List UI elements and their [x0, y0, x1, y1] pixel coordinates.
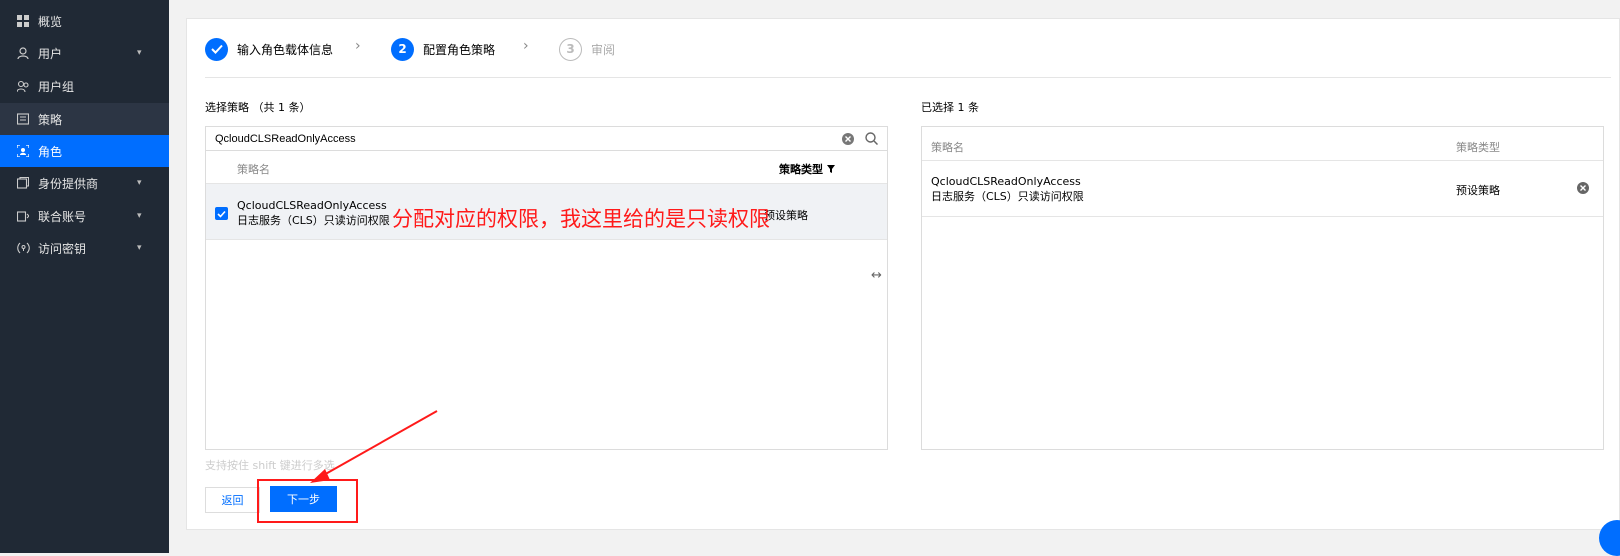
sidebar-item-label: 概览: [38, 14, 63, 29]
column-header-type[interactable]: 策略类型: [779, 161, 835, 177]
sidebar-item-user-groups[interactable]: 用户组: [0, 70, 169, 102]
access-key-icon: [16, 241, 30, 255]
chevron-down-icon: ▾: [137, 178, 142, 188]
remove-icon[interactable]: [1577, 182, 1589, 197]
chevron-right-icon: ›: [355, 38, 361, 54]
table-row: QcloudCLSReadOnlyAccess 日志服务（CLS）只读访问权限 …: [922, 161, 1603, 217]
sidebar-item-label: 策略: [38, 112, 63, 127]
divider: [205, 77, 1611, 78]
federated-account-icon: [16, 209, 30, 223]
check-icon: [205, 37, 228, 61]
sidebar-item-users[interactable]: 用户 ▾: [0, 37, 169, 69]
chevron-down-icon: ▾: [137, 211, 142, 221]
search-icon[interactable]: [864, 132, 878, 146]
column-header-name: 策略名: [237, 163, 270, 176]
chevron-down-icon: ▾: [137, 48, 142, 58]
annotation-text: 分配对应的权限，我这里给的是只读权限: [392, 207, 770, 231]
sidebar-item-label: 用户组: [38, 79, 75, 94]
policy-desc: 日志服务（CLS）只读访问权限: [931, 190, 1084, 203]
step-label: 输入角色载体信息: [237, 42, 334, 57]
sidebar-item-access-keys[interactable]: 访问密钥 ▾: [0, 232, 169, 264]
sidebar-item-label: 用户: [38, 46, 63, 61]
step-2: 2 配置角色策略: [391, 37, 495, 61]
filter-icon[interactable]: [826, 163, 835, 176]
table-header: 策略名 策略类型: [206, 151, 887, 184]
step-3: 3 审阅: [559, 37, 615, 61]
policy-select-table: 策略名 策略类型 QcloudCLSReadOnlyAccess 日志服务（CL…: [205, 126, 888, 450]
annotation-highlight-box: [257, 479, 358, 523]
table-header: 策略名 策略类型: [922, 127, 1603, 161]
sidebar-item-federated-accounts[interactable]: 联合账号 ▾: [0, 200, 169, 232]
right-section-title: 已选择 1 条: [921, 101, 979, 114]
policy-name: QcloudCLSReadOnlyAccess: [931, 175, 1081, 188]
grid-icon: [16, 14, 30, 28]
policy-type: 预设策略: [1456, 184, 1500, 197]
policy-name: QcloudCLSReadOnlyAccess: [237, 199, 387, 212]
identity-provider-icon: [16, 176, 30, 190]
role-icon: [16, 144, 30, 158]
step-label: 配置角色策略: [423, 42, 496, 57]
back-button[interactable]: 返回: [205, 487, 260, 513]
user-group-icon: [16, 79, 30, 93]
policy-desc: 日志服务（CLS）只读访问权限: [237, 214, 390, 227]
step-1: 输入角色载体信息: [205, 37, 333, 61]
selected-policy-table: 策略名 策略类型 QcloudCLSReadOnlyAccess 日志服务（CL…: [921, 126, 1604, 450]
sidebar-item-roles[interactable]: 角色: [0, 135, 169, 167]
chevron-down-icon: ▾: [137, 243, 142, 253]
multi-select-hint: 支持按住 shift 键进行多选: [205, 459, 335, 472]
step-number: 2: [391, 37, 414, 61]
transfer-icon: ↔: [871, 268, 882, 283]
sidebar-item-label: 联合账号: [38, 209, 87, 224]
chevron-right-icon: ›: [523, 38, 529, 54]
checkbox[interactable]: [215, 207, 228, 220]
sidebar-item-label: 身份提供商: [38, 176, 99, 191]
search-bar: [206, 127, 887, 151]
left-section-title: 选择策略 （共 1 条）: [205, 101, 311, 114]
user-icon: [16, 46, 30, 60]
column-header-type: 策略类型: [1456, 141, 1500, 154]
column-header-name: 策略名: [931, 141, 964, 154]
policy-type: 预设策略: [764, 209, 808, 222]
clear-icon[interactable]: [841, 132, 855, 146]
sidebar-item-label: 访问密钥: [38, 241, 87, 256]
policy-icon: [16, 112, 30, 126]
sidebar-item-policies[interactable]: 策略: [0, 103, 169, 135]
sidebar-item-identity-providers[interactable]: 身份提供商 ▾: [0, 167, 169, 199]
policy-name-cell: QcloudCLSReadOnlyAccess 日志服务（CLS）只读访问权限: [237, 198, 390, 228]
step-number: 3: [559, 37, 582, 61]
sidebar: 概览 用户 ▾ 用户组 策略 角色 身份提供商 ▾ 联合账号 ▾ 访问密钥 ▾: [0, 0, 169, 553]
create-role-panel: 输入角色载体信息 › 2 配置角色策略 › 3 审阅 选择策略 （共 1 条） …: [186, 18, 1620, 530]
policy-name-cell: QcloudCLSReadOnlyAccess 日志服务（CLS）只读访问权限: [931, 174, 1084, 204]
step-label: 审阅: [591, 42, 616, 57]
sidebar-item-overview[interactable]: 概览: [0, 5, 169, 37]
search-input[interactable]: [206, 131, 841, 146]
sidebar-item-label: 角色: [38, 144, 63, 159]
